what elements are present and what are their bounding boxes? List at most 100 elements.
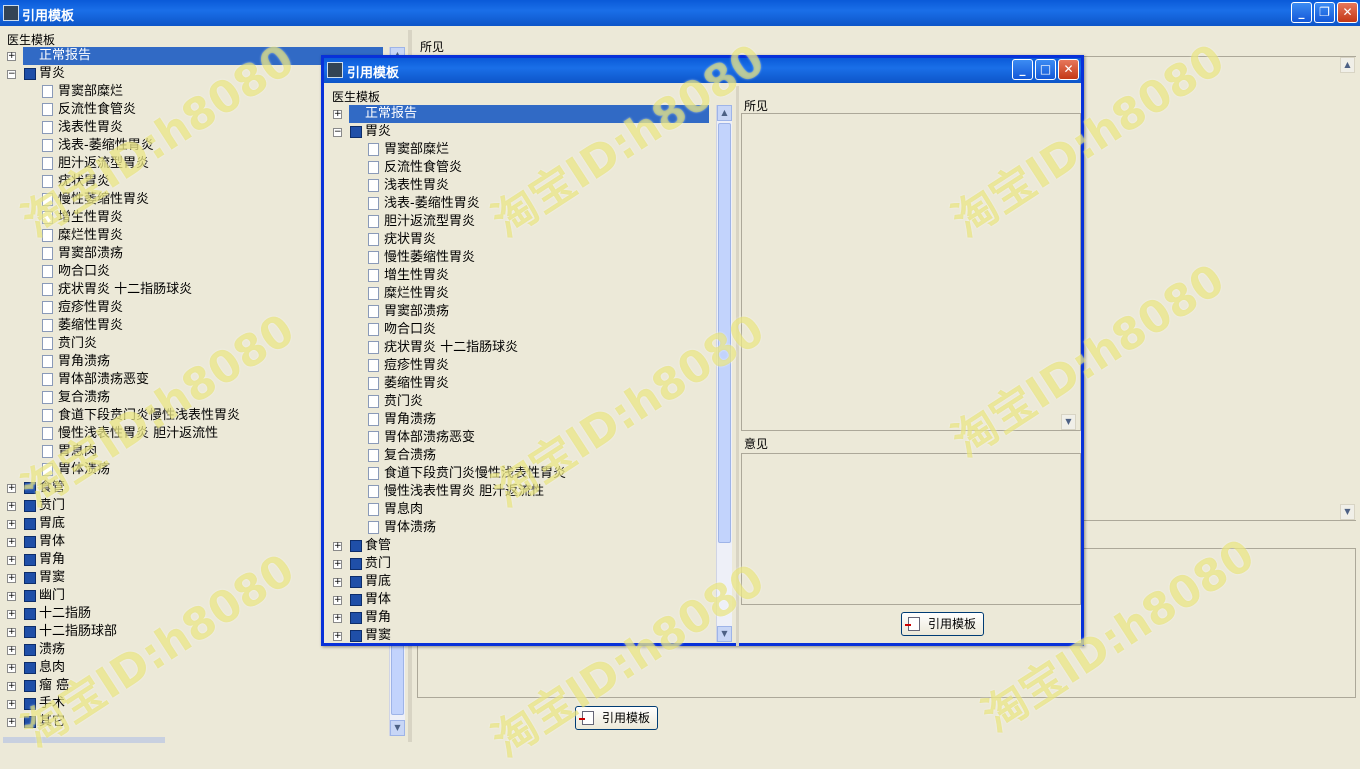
tree-folder-item[interactable]: 手术 bbox=[39, 695, 65, 713]
tree-template-item[interactable]: 慢性浅表性胃炎 胆汁返流性 bbox=[384, 483, 544, 501]
tree-template-item[interactable]: 复合溃疡 bbox=[58, 389, 110, 407]
cite-template-dialog[interactable]: 引用模板 _ □ ✕ 医生模板 + 正常报告 − 胃炎 胃窦部糜烂 反流性食管炎 浅表性胃炎… bbox=[321, 55, 1084, 646]
dialog-opinion-textarea[interactable] bbox=[741, 453, 1081, 605]
tree-template-item[interactable]: 胃窦部溃疡 bbox=[384, 303, 449, 321]
tree-folder-item[interactable]: 息肉 bbox=[39, 659, 65, 677]
findings-scrollbar[interactable]: ▲ ▼ bbox=[1340, 57, 1356, 520]
tree-template-item[interactable]: 胃体溃疡 bbox=[58, 461, 110, 479]
tree-template-item[interactable]: 复合溃疡 bbox=[384, 447, 436, 465]
tree-template-item[interactable]: 胃体溃疡 bbox=[384, 519, 436, 537]
tree-template-item[interactable]: 痘疹性胃炎 bbox=[58, 299, 123, 317]
tree-folder-item[interactable]: 十二指肠球部 bbox=[39, 623, 117, 641]
tree-expander-icon[interactable]: − bbox=[333, 128, 342, 137]
tree-template-item[interactable]: 胃窦部糜烂 bbox=[58, 83, 123, 101]
dialog-findings-textarea[interactable] bbox=[741, 113, 1081, 431]
tree-folder-item[interactable]: 正常报告 bbox=[349, 105, 709, 123]
main-hscroll-thumb[interactable] bbox=[3, 737, 165, 743]
tree-template-item[interactable]: 痘疹性胃炎 bbox=[384, 357, 449, 375]
tree-folder-item[interactable]: 十二指肠 bbox=[39, 605, 91, 623]
tree-template-item[interactable]: 疣状胃炎 十二指肠球炎 bbox=[384, 339, 518, 357]
dialog-close-button[interactable]: ✕ bbox=[1058, 59, 1079, 80]
tree-template-item[interactable]: 慢性萎缩性胃炎 bbox=[58, 191, 149, 209]
tree-expander-icon[interactable]: + bbox=[333, 596, 342, 605]
tree-folder-item[interactable]: 其它 bbox=[39, 713, 65, 731]
dialog-splitter[interactable] bbox=[736, 86, 739, 646]
tree-folder-item[interactable]: 贲门 bbox=[39, 497, 65, 515]
tree-expander-icon[interactable]: + bbox=[7, 484, 16, 493]
dialog-findings-scrollbar[interactable]: ▼ bbox=[1061, 114, 1077, 430]
dialog-findings-scroll-down-icon[interactable]: ▼ bbox=[1061, 414, 1076, 430]
tree-folder-item[interactable]: 胃底 bbox=[39, 515, 65, 533]
tree-template-item[interactable]: 贲门炎 bbox=[384, 393, 423, 411]
tree-folder-item[interactable]: 胃角 bbox=[365, 609, 391, 627]
tree-template-item[interactable]: 糜烂性胃炎 bbox=[384, 285, 449, 303]
findings-scroll-up-icon[interactable]: ▲ bbox=[1340, 57, 1355, 73]
scroll-down-icon[interactable]: ▼ bbox=[390, 720, 405, 736]
tree-template-item[interactable]: 胆汁返流型胃炎 bbox=[384, 213, 475, 231]
cite-template-button[interactable]: 引用模板 bbox=[575, 706, 658, 730]
tree-folder-item[interactable]: 胃底 bbox=[365, 573, 391, 591]
tree-expander-icon[interactable]: + bbox=[7, 556, 16, 565]
tree-expander-icon[interactable]: + bbox=[7, 610, 16, 619]
tree-expander-icon[interactable]: + bbox=[7, 682, 16, 691]
tree-expander-icon[interactable]: + bbox=[7, 628, 16, 637]
tree-template-item[interactable]: 慢性萎缩性胃炎 bbox=[384, 249, 475, 267]
tree-expander-icon[interactable]: + bbox=[333, 614, 342, 623]
tree-expander-icon[interactable]: + bbox=[7, 520, 16, 529]
tree-expander-icon[interactable]: + bbox=[7, 646, 16, 655]
tree-expander-icon[interactable]: + bbox=[333, 542, 342, 551]
tree-template-item[interactable]: 萎缩性胃炎 bbox=[58, 317, 123, 335]
tree-folder-item[interactable]: 胃炎 bbox=[365, 123, 391, 141]
tree-template-item[interactable]: 浅表-萎缩性胃炎 bbox=[384, 195, 480, 213]
tree-template-item[interactable]: 胃窦部糜烂 bbox=[384, 141, 449, 159]
tree-expander-icon[interactable]: + bbox=[7, 538, 16, 547]
tree-folder-item[interactable]: 溃疡 bbox=[39, 641, 65, 659]
tree-expander-icon[interactable]: + bbox=[333, 560, 342, 569]
tree-template-item[interactable]: 疣状胃炎 bbox=[58, 173, 110, 191]
tree-expander-icon[interactable]: + bbox=[7, 718, 16, 727]
tree-expander-icon[interactable]: + bbox=[7, 574, 16, 583]
main-titlebar[interactable]: 引用模板 _ ❐ ✕ bbox=[0, 0, 1360, 26]
tree-expander-icon[interactable]: + bbox=[333, 578, 342, 587]
tree-folder-item[interactable]: 胃体 bbox=[365, 591, 391, 609]
tree-template-item[interactable]: 糜烂性胃炎 bbox=[58, 227, 123, 245]
tree-expander-icon[interactable]: + bbox=[7, 52, 16, 61]
tree-folder-item[interactable]: 胃体 bbox=[39, 533, 65, 551]
tree-template-item[interactable]: 增生性胃炎 bbox=[58, 209, 123, 227]
tree-template-item[interactable]: 慢性浅表性胃炎 胆汁返流性 bbox=[58, 425, 218, 443]
tree-template-item[interactable]: 胃角溃疡 bbox=[384, 411, 436, 429]
tree-folder-item[interactable]: 胃角 bbox=[39, 551, 65, 569]
minimize-button[interactable]: _ bbox=[1291, 2, 1312, 23]
tree-template-item[interactable]: 胃窦部溃疡 bbox=[58, 245, 123, 263]
tree-folder-item[interactable]: 幽门 bbox=[39, 587, 65, 605]
restore-button[interactable]: ❐ bbox=[1314, 2, 1335, 23]
dialog-scroll-down-icon[interactable]: ▼ bbox=[717, 626, 732, 642]
tree-expander-icon[interactable]: + bbox=[7, 502, 16, 511]
tree-expander-icon[interactable]: + bbox=[333, 632, 342, 641]
tree-template-item[interactable]: 疣状胃炎 bbox=[384, 231, 436, 249]
tree-folder-item[interactable]: 贲门 bbox=[365, 555, 391, 573]
tree-template-item[interactable]: 胃息肉 bbox=[58, 443, 97, 461]
tree-template-item[interactable]: 增生性胃炎 bbox=[384, 267, 449, 285]
tree-expander-icon[interactable]: + bbox=[7, 700, 16, 709]
tree-template-item[interactable]: 反流性食管炎 bbox=[384, 159, 462, 177]
tree-expander-icon[interactable]: + bbox=[7, 592, 16, 601]
dialog-tree-scrollbar[interactable]: ▲ ▼ bbox=[716, 105, 732, 642]
close-button[interactable]: ✕ bbox=[1337, 2, 1358, 23]
findings-scroll-down-icon[interactable]: ▼ bbox=[1340, 504, 1355, 520]
tree-template-item[interactable]: 疣状胃炎 十二指肠球炎 bbox=[58, 281, 192, 299]
dialog-scroll-up-icon[interactable]: ▲ bbox=[717, 105, 732, 121]
tree-template-item[interactable]: 食道下段贲门炎慢性浅表性胃炎 bbox=[58, 407, 240, 425]
dialog-maximize-button[interactable]: □ bbox=[1035, 59, 1056, 80]
tree-template-item[interactable]: 反流性食管炎 bbox=[58, 101, 136, 119]
tree-folder-item[interactable]: 胃窦 bbox=[365, 627, 391, 642]
tree-template-item[interactable]: 胃角溃疡 bbox=[58, 353, 110, 371]
tree-folder-item[interactable]: 食管 bbox=[365, 537, 391, 555]
dialog-titlebar[interactable]: 引用模板 _ □ ✕ bbox=[324, 58, 1081, 83]
tree-template-item[interactable]: 胆汁返流型胃炎 bbox=[58, 155, 149, 173]
tree-expander-icon[interactable]: + bbox=[333, 110, 342, 119]
tree-template-item[interactable]: 胃体部溃疡恶变 bbox=[58, 371, 149, 389]
dialog-template-tree[interactable]: + 正常报告 − 胃炎 胃窦部糜烂 反流性食管炎 浅表性胃炎 浅表-萎缩性胃炎 胆汁返流型胃炎疣… bbox=[329, 105, 716, 642]
dialog-scroll-thumb[interactable] bbox=[718, 123, 731, 543]
tree-expander-icon[interactable]: − bbox=[7, 70, 16, 79]
